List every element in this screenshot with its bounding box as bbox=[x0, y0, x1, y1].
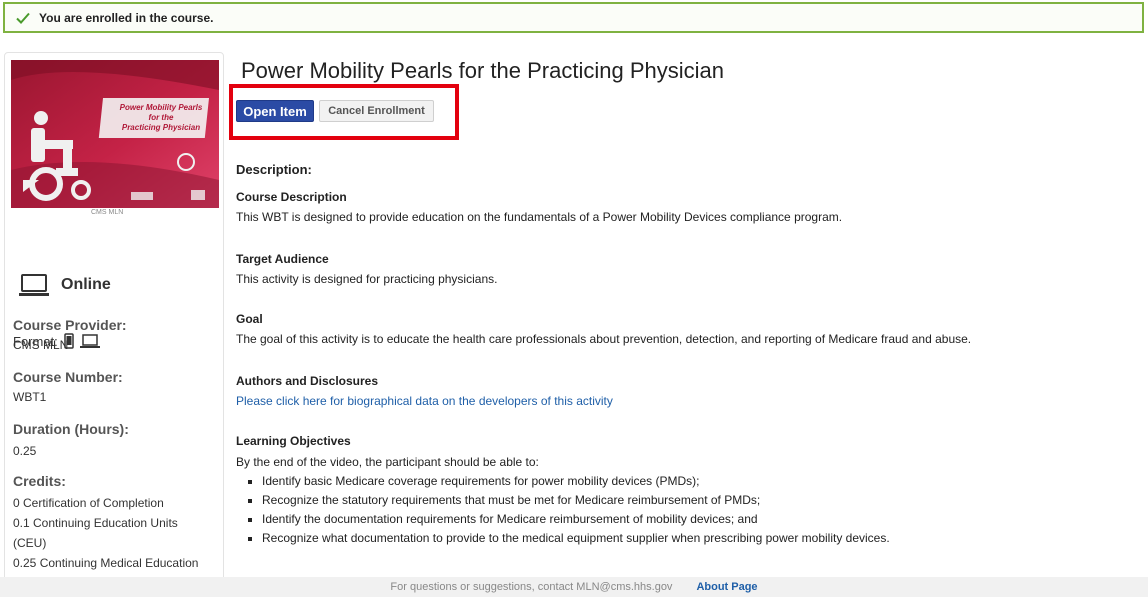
course-description-text: This WBT is designed to provide educatio… bbox=[236, 210, 843, 224]
course-number-label: Course Number: bbox=[13, 369, 123, 385]
credits-label: Credits: bbox=[13, 473, 66, 489]
delivery-type: Online bbox=[19, 273, 111, 297]
checkmark-icon bbox=[16, 12, 30, 24]
course-title: Power Mobility Pearls for the Practicing… bbox=[241, 58, 724, 83]
highlight-box bbox=[229, 84, 459, 140]
laptop-icon bbox=[19, 274, 49, 296]
svg-text:Practicing Physician: Practicing Physician bbox=[122, 123, 200, 132]
credit-item: 0.1 Continuing Education Units bbox=[13, 516, 178, 530]
authors-heading: Authors and Disclosures bbox=[236, 374, 379, 388]
course-description-heading: Course Description bbox=[236, 190, 347, 204]
page-footer: For questions or suggestions, contact ML… bbox=[0, 577, 1148, 597]
description-heading: Description: bbox=[236, 162, 312, 177]
list-item: Identify basic Medicare coverage require… bbox=[262, 472, 890, 491]
list-item: Recognize the statutory requirements tha… bbox=[262, 491, 890, 510]
enrollment-banner: You are enrolled in the course. bbox=[3, 2, 1144, 33]
duration-label: Duration (Hours): bbox=[13, 421, 129, 437]
provider-value: CMS MLN bbox=[13, 338, 69, 352]
about-page-link[interactable]: About Page bbox=[696, 581, 757, 593]
delivery-label: Online bbox=[61, 276, 111, 293]
credit-item: 0 Certification of Completion bbox=[13, 496, 164, 510]
target-audience-heading: Target Audience bbox=[236, 252, 329, 266]
goal-heading: Goal bbox=[236, 312, 263, 326]
svg-text:Power Mobility Pearls: Power Mobility Pearls bbox=[120, 103, 203, 112]
course-number-value: WBT1 bbox=[13, 390, 47, 404]
authors-link[interactable]: Please click here for biographical data … bbox=[236, 394, 613, 408]
enrollment-message: You are enrolled in the course. bbox=[39, 10, 214, 25]
laptop-icon bbox=[79, 334, 100, 348]
course-thumbnail: Power Mobility Pearls for the Practicing… bbox=[11, 60, 219, 208]
credit-item: 0.25 Continuing Medical Education bbox=[13, 556, 199, 570]
goal-text: The goal of this activity is to educate … bbox=[236, 332, 972, 346]
objectives-list: Identify basic Medicare coverage require… bbox=[236, 472, 890, 548]
list-item: Identify the documentation requirements … bbox=[262, 510, 890, 529]
thumbnail-caption: CMS MLN bbox=[91, 209, 124, 216]
footer-contact-text: For questions or suggestions, contact ML… bbox=[390, 581, 673, 593]
list-item: Recognize what documentation to provide … bbox=[262, 529, 890, 548]
target-audience-text: This activity is designed for practicing… bbox=[236, 272, 498, 286]
objectives-intro: By the end of the video, the participant… bbox=[236, 455, 539, 469]
svg-text:for the: for the bbox=[149, 113, 174, 122]
credit-item: (CEU) bbox=[13, 536, 47, 550]
provider-label: Course Provider: bbox=[13, 317, 127, 333]
objectives-heading: Learning Objectives bbox=[236, 434, 351, 448]
duration-value: 0.25 bbox=[13, 444, 37, 458]
course-sidebar: Power Mobility Pearls for the Practicing… bbox=[4, 52, 224, 582]
